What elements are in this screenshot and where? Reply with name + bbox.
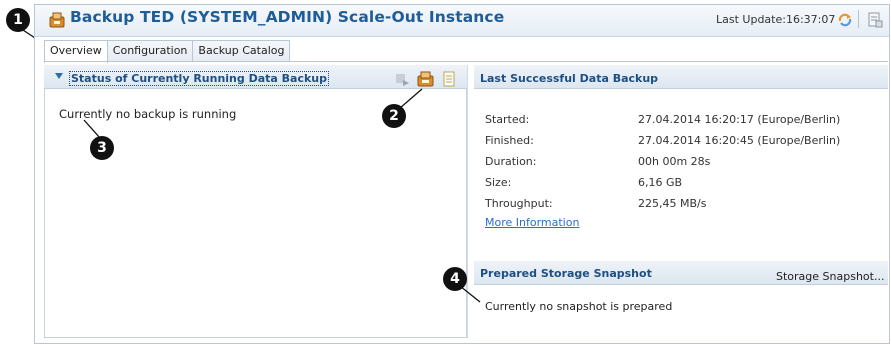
- throughput-value: 225,45 MB/s: [638, 197, 707, 210]
- started-label: Started:: [485, 113, 530, 126]
- duration-label: Duration:: [485, 155, 537, 168]
- snapshot-title: Prepared Storage Snapshot: [480, 267, 652, 280]
- toolbar-separator: [858, 10, 859, 28]
- open-editor-icon[interactable]: [866, 11, 884, 29]
- backup-icon: [49, 12, 65, 28]
- tab-overview[interactable]: Overview: [44, 40, 108, 63]
- refresh-icon[interactable]: [836, 11, 854, 29]
- started-value: 27.04.2014 16:20:17 (Europe/Berlin): [638, 113, 841, 126]
- throughput-label: Throughput:: [485, 197, 553, 210]
- last-backup-title: Last Successful Data Backup: [480, 72, 659, 85]
- more-information-link[interactable]: More Information: [485, 216, 579, 229]
- finished-value: 27.04.2014 16:20:45 (Europe/Berlin): [638, 134, 841, 147]
- callout-line-4: [459, 285, 481, 303]
- tab-underline: [44, 61, 888, 62]
- callout-line-2: [399, 88, 423, 109]
- backup-log-icon[interactable]: [442, 71, 456, 87]
- tab-backup-catalog[interactable]: Backup Catalog: [192, 40, 291, 62]
- running-backup-title[interactable]: Status of Currently Running Data Backup: [69, 71, 329, 86]
- duration-value: 00h 00m 28s: [638, 155, 711, 168]
- snapshot-status: Currently no snapshot is prepared: [485, 300, 673, 313]
- tab-configuration[interactable]: Configuration: [106, 40, 194, 62]
- finished-label: Finished:: [485, 134, 534, 147]
- start-backup-icon[interactable]: [417, 70, 434, 87]
- cancel-backup-icon: [396, 74, 409, 86]
- size-label: Size:: [485, 176, 512, 189]
- collapse-triangle-icon[interactable]: [55, 73, 64, 81]
- size-value: 6,16 GB: [638, 176, 683, 189]
- storage-snapshot-button[interactable]: Storage Snapshot...: [776, 270, 884, 283]
- tab-bar: Overview Configuration Backup Catalog: [44, 40, 291, 63]
- window-title: Backup TED (SYSTEM_ADMIN) Scale-Out Inst…: [70, 8, 505, 26]
- last-update-text: Last Update:16:37:07: [716, 13, 836, 26]
- callout-line-3: [83, 119, 101, 139]
